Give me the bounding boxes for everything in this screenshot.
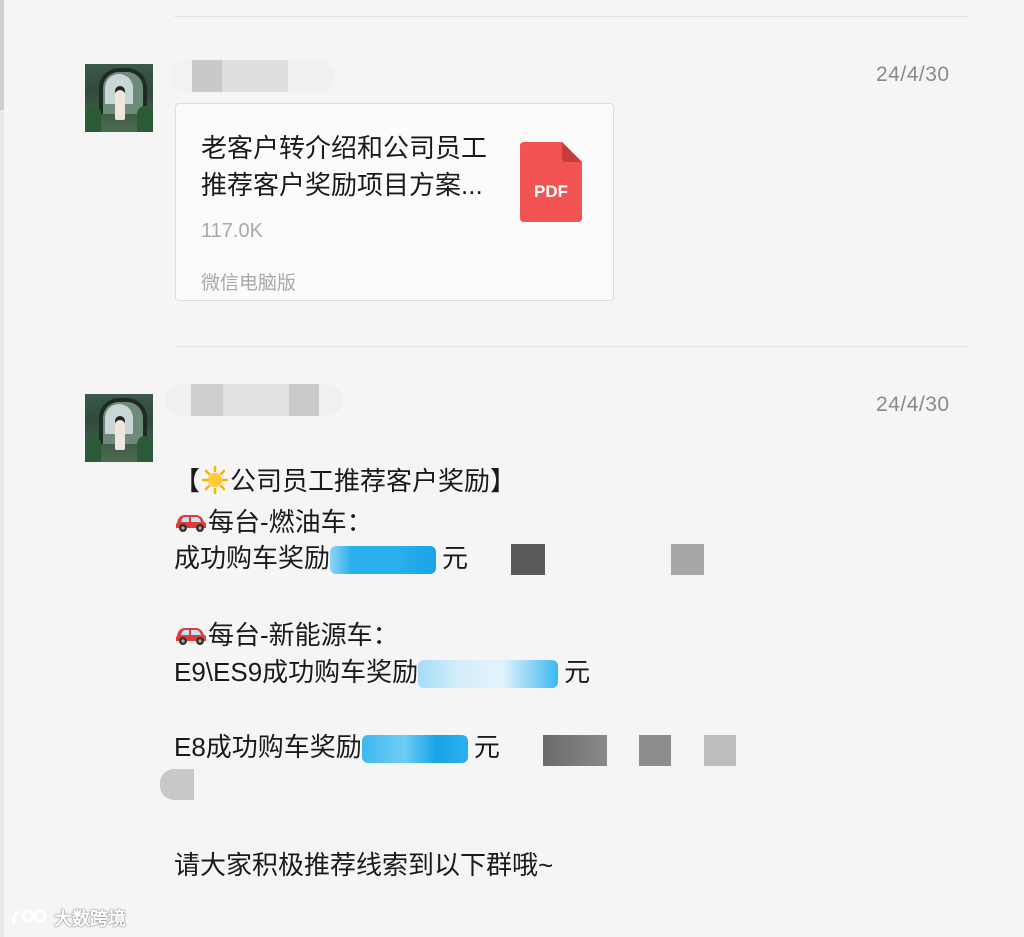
fuel-car-title: 每台-燃油车： [174,504,373,540]
file-size: 117.0K [201,220,263,242]
redacted-block [704,735,736,766]
sender-name-redacted [170,60,335,92]
message-timestamp: 24/4/30 [876,63,950,86]
message-heading: 【 公司员工推荐客户奖励】 [174,465,517,496]
sender-avatar[interactable] [85,394,153,462]
ev-e9-reward-line: E9\ES9成功购车奖励元 [174,657,591,689]
red-car-emoji-icon [176,628,206,645]
file-source: 微信电脑版 [201,273,297,294]
redacted-block [511,544,545,575]
scrollbar-track[interactable] [0,0,4,937]
watermark-logo-icon [12,909,47,925]
redacted-block [543,735,607,766]
reward-amount-redacted [330,546,437,575]
file-message-card[interactable]: 老客户转介绍和公司员工 推荐客户奖励项目方案... PDF 117.0K 微信电… [175,103,614,301]
pdf-icon-label: PDF [534,182,568,201]
message-divider [174,16,969,17]
red-car-emoji-icon [176,515,206,532]
watermark: 大数跨境 [10,905,126,931]
message-divider [174,346,969,347]
sun-emoji-icon [201,465,229,495]
message-timestamp: 24/4/30 [876,393,950,416]
file-title: 老客户转介绍和公司员工 推荐客户奖励项目方案... [201,133,488,200]
scrollbar-thumb[interactable] [0,0,4,110]
sender-name-redacted [165,384,343,416]
ev-title: 每台-新能源车： [174,617,399,653]
fuel-reward-line: 成功购车奖励元 [174,543,469,575]
redacted-block [639,735,671,766]
redacted-block [160,769,194,800]
redacted-block [671,544,704,575]
sender-avatar[interactable] [85,64,153,132]
pdf-file-icon: PDF [520,142,582,222]
reward-amount-redacted [361,735,468,764]
ev-e8-reward-line: E8成功购车奖励元 [174,732,500,764]
closing-line: 请大家积极推荐线索到以下群哦~ [174,850,554,880]
reward-amount-redacted [418,660,559,689]
